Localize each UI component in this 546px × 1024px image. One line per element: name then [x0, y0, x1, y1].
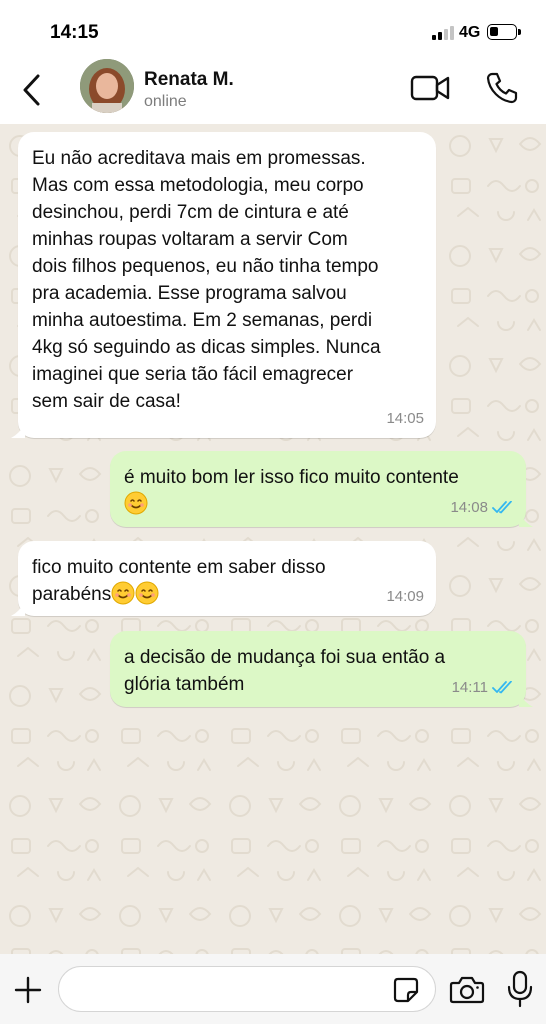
double-check-icon: [492, 500, 512, 513]
input-bar: [0, 954, 546, 1024]
sticker-icon: [393, 977, 419, 1003]
message-outgoing[interactable]: a decisão de mudança foi sua então a gló…: [110, 631, 533, 707]
attach-button[interactable]: [12, 974, 44, 1006]
signal-strength-icon: [432, 26, 456, 40]
chat-header: Renata M. online: [0, 58, 546, 124]
phone-icon: [486, 72, 518, 104]
smiling-face-icon: [124, 491, 148, 515]
message-time: 14:05: [386, 410, 424, 427]
back-button[interactable]: [18, 70, 48, 110]
chat-area[interactable]: Eu não acreditava mais em promessas. Mas…: [0, 124, 546, 954]
contact-name[interactable]: Renata M.: [144, 69, 234, 91]
message-input[interactable]: [58, 966, 436, 1012]
video-camera-icon: [410, 75, 450, 101]
message-time: 14:09: [386, 588, 424, 605]
smiling-face-icon: [135, 581, 159, 605]
microphone-button[interactable]: [506, 970, 534, 1008]
message-time: 14:11: [451, 679, 488, 696]
camera-icon: [449, 976, 485, 1004]
message-time: 14:08: [450, 499, 488, 516]
status-time: 14:15: [50, 22, 99, 43]
camera-button[interactable]: [449, 975, 485, 1005]
bubble-tail: [519, 693, 533, 707]
smiling-face-icon: [111, 581, 135, 605]
network-type: 4G: [459, 24, 481, 41]
contact-status: online: [144, 93, 187, 110]
voice-call-button[interactable]: [484, 70, 520, 106]
message-text: Eu não acreditava mais em promessas. Mas…: [32, 148, 381, 412]
message-text: é muito bom ler isso fico muito contente: [124, 467, 459, 488]
message-outgoing[interactable]: é muito bom ler isso fico muito contente…: [110, 451, 533, 527]
microphone-icon: [507, 970, 533, 1008]
status-bar: 14:15 4G: [0, 0, 546, 62]
plus-icon: [14, 976, 42, 1004]
bubble-tail: [11, 602, 25, 616]
video-call-button[interactable]: [410, 72, 452, 104]
message-text: fico muito contente em saber disso parab…: [32, 557, 326, 605]
bubble-tail: [11, 424, 25, 438]
message-incoming[interactable]: Eu não acreditava mais em promessas. Mas…: [11, 132, 436, 438]
double-check-icon: [492, 680, 512, 693]
chevron-left-icon: [23, 74, 40, 106]
avatar[interactable]: [80, 59, 134, 113]
message-incoming[interactable]: fico muito contente em saber disso parab…: [11, 541, 436, 616]
sticker-button[interactable]: [392, 976, 420, 1004]
bubble-tail: [519, 513, 533, 527]
avatar-photo: [80, 59, 134, 113]
battery-icon: [487, 24, 521, 40]
